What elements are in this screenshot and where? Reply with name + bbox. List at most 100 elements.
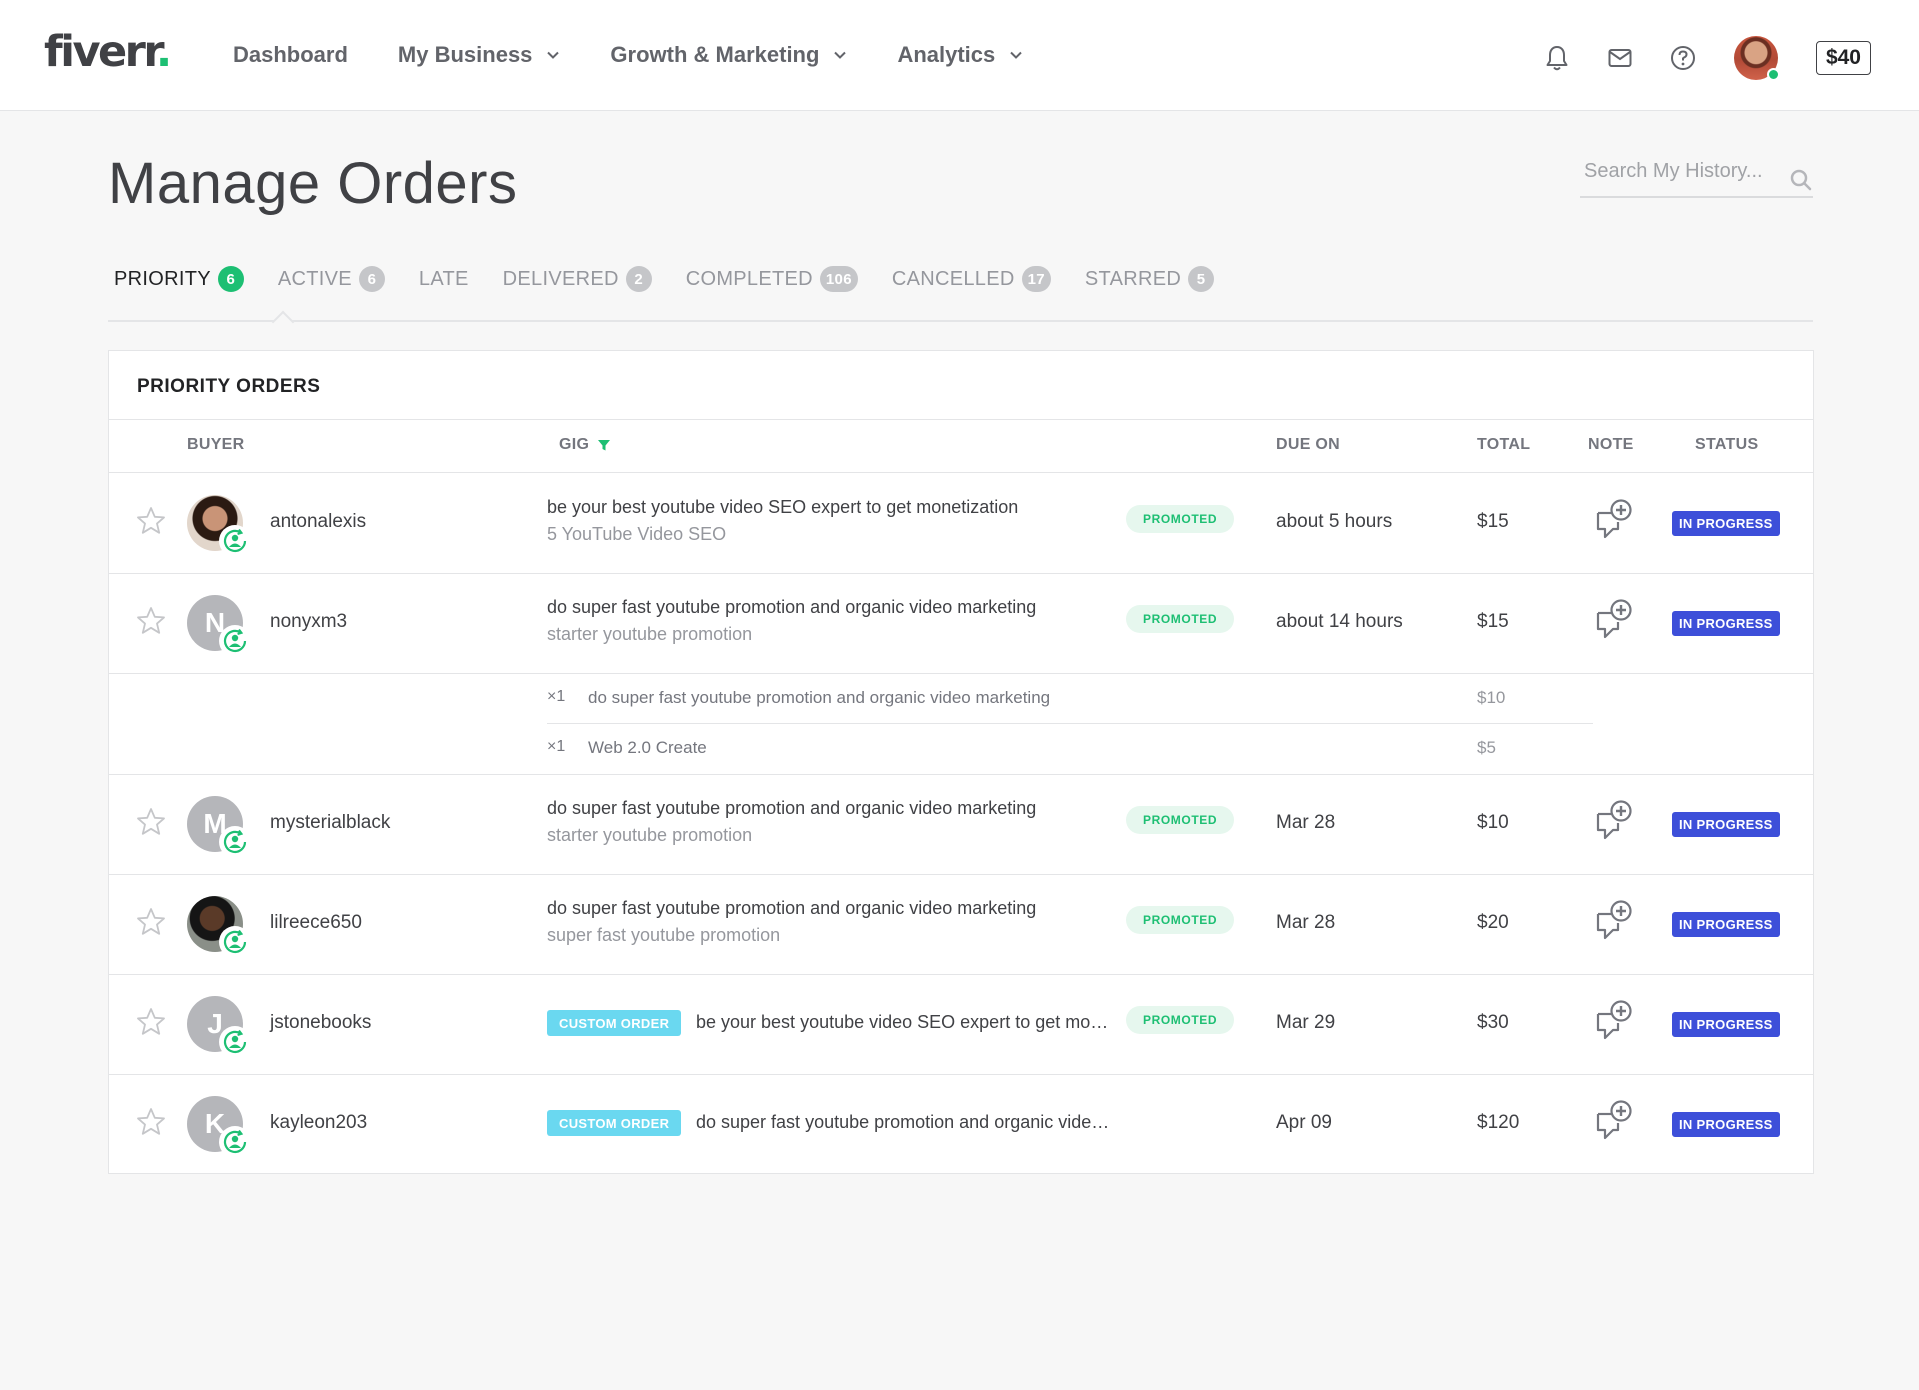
due-on: Mar 28 <box>1276 812 1336 833</box>
table-row[interactable]: J jstonebooks CUSTOM ORDER be your best … <box>109 974 1813 1074</box>
star-icon[interactable] <box>135 1106 167 1138</box>
star-icon[interactable] <box>135 605 167 637</box>
tab-count: 5 <box>1188 266 1215 292</box>
tab-label: PRIORITY <box>114 267 211 290</box>
search-icon[interactable] <box>1789 168 1813 192</box>
user-avatar[interactable] <box>1733 36 1780 81</box>
tab-count: 106 <box>819 266 858 292</box>
tab-label: STARRED <box>1084 267 1182 290</box>
order-total: $120 <box>1477 1112 1520 1133</box>
add-note-icon[interactable] <box>1592 1098 1636 1142</box>
tab-starred[interactable]: STARRED 5 <box>1079 258 1215 300</box>
repeat-buyer-icon <box>219 926 251 958</box>
nav-growth-marketing[interactable]: Growth & Marketing <box>610 38 847 72</box>
gig-title[interactable]: be your best youtube video SEO expert to… <box>547 497 1018 518</box>
add-note-icon[interactable] <box>1592 998 1636 1042</box>
order-total: $30 <box>1477 1012 1509 1033</box>
main-nav: Dashboard My Business Growth & Marketing… <box>233 38 1073 72</box>
search-history <box>1580 160 1813 198</box>
promoted-badge: PROMOTED <box>1126 505 1235 533</box>
tab-label: DELIVERED <box>502 267 619 290</box>
chevron-down-icon <box>834 51 847 59</box>
bell-icon[interactable] <box>1542 43 1572 73</box>
table-row[interactable]: M mysterialblack do super fast youtube p… <box>109 774 1813 874</box>
column-total: TOTAL <box>1477 436 1531 453</box>
buyer-name[interactable]: antonalexis <box>270 511 366 533</box>
column-buyer: BUYER <box>187 436 245 453</box>
buyer-name[interactable]: kayleon203 <box>270 1112 367 1134</box>
order-total: $20 <box>1477 912 1509 933</box>
star-icon[interactable] <box>135 505 167 537</box>
line-item-name: do super fast youtube promotion and orga… <box>588 688 1051 707</box>
gig-title[interactable]: do super fast youtube promotion and orga… <box>547 597 1036 618</box>
tab-delivered[interactable]: DELIVERED 2 <box>497 258 652 300</box>
line-item-qty: ×1 <box>547 738 566 755</box>
nav-dashboard[interactable]: Dashboard <box>233 38 348 72</box>
nav-dashboard-label: Dashboard <box>233 42 348 67</box>
order-total: $15 <box>1477 611 1509 632</box>
fiverr-logo[interactable]: fiverr. <box>44 26 172 78</box>
table-row[interactable]: N nonyxm3 do super fast youtube promotio… <box>109 573 1813 673</box>
due-on: about 14 hours <box>1276 611 1403 632</box>
logo-dot: . <box>155 27 172 77</box>
divider <box>109 419 1813 420</box>
tab-completed[interactable]: COMPLETED 106 <box>680 258 858 300</box>
star-icon[interactable] <box>135 906 167 938</box>
table-row[interactable]: K kayleon203 CUSTOM ORDER do super fast … <box>109 1074 1813 1174</box>
balance-badge[interactable]: $40 <box>1815 41 1871 75</box>
table-row[interactable]: lilreece650 do super fast youtube promot… <box>109 874 1813 974</box>
help-icon[interactable] <box>1668 43 1698 73</box>
promoted-badge: PROMOTED <box>1126 906 1235 934</box>
tab-count: 17 <box>1021 266 1051 292</box>
promoted-badge: PROMOTED <box>1126 605 1235 633</box>
column-gig[interactable]: GIG <box>559 436 611 454</box>
due-on: Apr 09 <box>1276 1112 1332 1133</box>
status-badge: IN PROGRESS <box>1672 611 1780 636</box>
tab-priority[interactable]: PRIORITY 6 <box>108 258 244 300</box>
gig-title[interactable]: be your best youtube video SEO expert to… <box>696 1012 1116 1033</box>
filter-icon[interactable] <box>597 438 611 452</box>
tab-label: CANCELLED <box>891 267 1015 290</box>
status-badge: IN PROGRESS <box>1672 1112 1780 1137</box>
add-note-icon[interactable] <box>1592 597 1636 641</box>
buyer-name[interactable]: nonyxm3 <box>270 611 347 633</box>
add-note-icon[interactable] <box>1592 497 1636 541</box>
chevron-down-icon <box>1010 51 1022 59</box>
order-total: $15 <box>1477 511 1509 532</box>
online-status-dot <box>1766 68 1780 81</box>
tab-label: ACTIVE <box>277 267 352 290</box>
search-input[interactable] <box>1580 160 1770 183</box>
gig-package: starter youtube promotion <box>547 624 753 644</box>
add-note-icon[interactable] <box>1592 898 1636 942</box>
star-icon[interactable] <box>135 806 167 838</box>
repeat-buyer-icon <box>219 1126 251 1158</box>
tab-label: LATE <box>418 267 469 290</box>
buyer-name[interactable]: lilreece650 <box>270 912 362 934</box>
gig-title[interactable]: do super fast youtube promotion and orga… <box>547 898 1036 919</box>
nav-analytics[interactable]: Analytics <box>897 38 1023 72</box>
buyer-name[interactable]: jstonebooks <box>270 1012 371 1034</box>
tab-late[interactable]: LATE <box>413 258 469 300</box>
tab-cancelled[interactable]: CANCELLED 17 <box>886 258 1051 300</box>
tab-count: 6 <box>217 266 244 292</box>
column-gig-label: GIG <box>559 436 590 453</box>
status-badge: IN PROGRESS <box>1672 812 1780 837</box>
star-icon[interactable] <box>135 1006 167 1038</box>
repeat-buyer-icon <box>219 1026 251 1058</box>
envelope-icon[interactable] <box>1605 43 1635 73</box>
table-row[interactable]: antonalexis be your best youtube video S… <box>109 473 1813 573</box>
nav-my-business[interactable]: My Business <box>398 38 561 72</box>
due-on: about 5 hours <box>1276 511 1393 532</box>
status-badge: IN PROGRESS <box>1672 1012 1780 1037</box>
gig-title[interactable]: do super fast youtube promotion and orga… <box>696 1112 1116 1133</box>
order-tabs: PRIORITY 6 ACTIVE 6 LATE DELIVERED 2 COMPLE… <box>108 258 1813 334</box>
logo-text: fiverr <box>44 27 158 77</box>
gig-title[interactable]: do super fast youtube promotion and orga… <box>547 798 1036 819</box>
buyer-name[interactable]: mysterialblack <box>270 812 390 834</box>
promoted-badge: PROMOTED <box>1126 806 1235 834</box>
top-header: fiverr. Dashboard My Business Growth & M… <box>0 0 1919 111</box>
add-note-icon[interactable] <box>1592 798 1636 842</box>
line-item-price: $10 <box>1477 688 1506 707</box>
order-line-item: ×1 Web 2.0 Create $5 <box>109 723 1813 773</box>
tab-active[interactable]: ACTIVE 6 <box>272 258 385 300</box>
